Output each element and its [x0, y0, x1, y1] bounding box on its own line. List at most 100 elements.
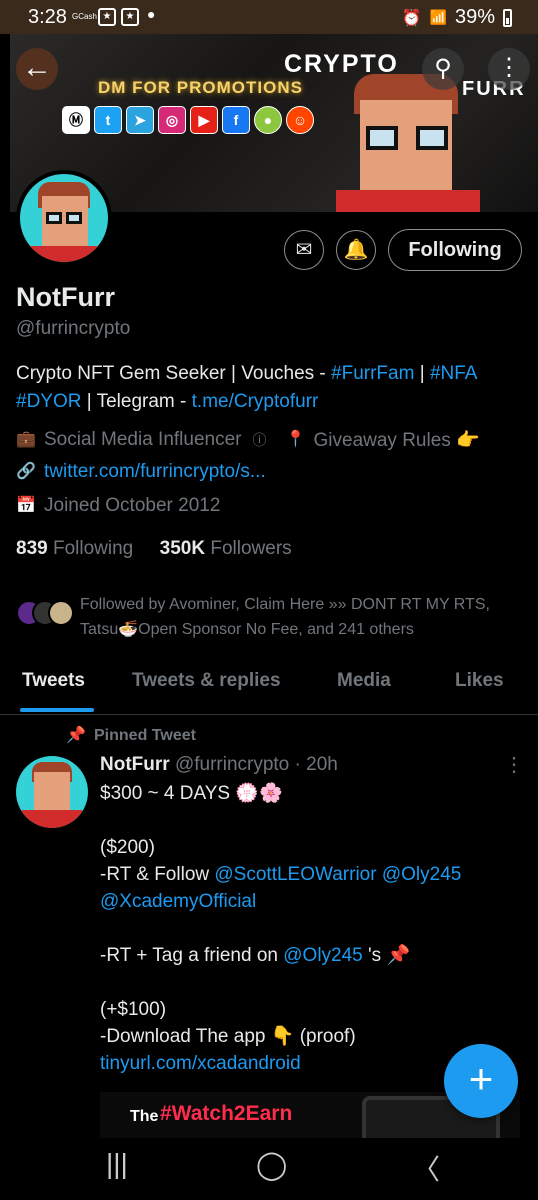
profile-meta-row: 💼 Social Media Influencer ⓘ 📍 Giveaway R… [16, 428, 480, 452]
hashtag-link[interactable]: #DYOR [16, 391, 81, 412]
battery-icon [503, 8, 512, 27]
app-notification-icon: ★ [121, 8, 139, 26]
tweet-header: NotFurr @furrincrypto · 20h [100, 754, 338, 776]
more-vertical-icon: ⋮ [504, 754, 524, 776]
tweet-avatar[interactable] [16, 756, 88, 828]
compose-tweet-button[interactable]: + [444, 1044, 518, 1118]
app-notification-icon: ★ [98, 8, 116, 26]
tweet-author[interactable]: NotFurr [100, 754, 170, 775]
tab-tweets-replies[interactable]: Tweets & replies [132, 670, 281, 692]
gcash-label: GCash [72, 12, 97, 21]
more-options-button[interactable]: ⋮ [488, 48, 530, 90]
following-button[interactable]: Following [388, 229, 522, 271]
status-bar: 3:28 GCash ★ ★ ● ⏰ 📶 39% [0, 0, 538, 34]
tweet-line: -RT + Tag a friend on [100, 945, 284, 966]
recents-button[interactable]: ||| [106, 1148, 128, 1180]
media-text: The [130, 1108, 159, 1125]
tab-tweets[interactable]: Tweets [22, 670, 85, 692]
mention-link[interactable]: @XcademyOfficial [100, 891, 256, 912]
tweet-line: 's 📌 [362, 945, 411, 966]
tweet-line: -RT & Follow [100, 864, 215, 885]
profile-bio: Crypto NFT Gem Seeker | Vouches - #FurrF… [16, 360, 526, 416]
banner-social-icons: Ⓜ t ➤ ◎ ▶ f ● ☺ [62, 106, 314, 134]
hashtag-link[interactable]: #NFA [430, 363, 478, 384]
bio-separator: | [414, 363, 430, 384]
banner-character-image [336, 74, 480, 212]
profile-handle: @furrincrypto [16, 318, 131, 339]
telegram-link[interactable]: t.me/Cryptofurr [192, 391, 319, 412]
tweet-time: · 20h [294, 754, 338, 775]
following-label: Following [52, 538, 134, 559]
arrow-left-icon: ← [22, 51, 52, 84]
tweet-line: -Download The app 👇 (proof) [100, 1026, 356, 1047]
tweet-handle: @furrincrypto [174, 754, 290, 775]
profile-avatar[interactable] [16, 170, 112, 266]
profile-name: NotFurr [16, 282, 115, 312]
search-icon: ⚲ [434, 55, 452, 82]
banner-promo-text: DM FOR PROMOTIONS [98, 78, 303, 97]
instagram-icon: ◎ [158, 106, 186, 134]
bio-text: Crypto NFT Gem Seeker | Vouches - [16, 363, 332, 384]
followers-stat[interactable]: 350K Followers [160, 538, 292, 559]
pinned-tweet-label: 📌 Pinned Tweet [66, 725, 196, 745]
more-notifications-icon: ● [147, 6, 156, 22]
following-count: 839 [16, 538, 48, 559]
system-nav-bar: ||| ◯ 〈 [0, 1138, 538, 1200]
youtube-icon: ▶ [190, 106, 218, 134]
profile-joined: Joined October 2012 [44, 495, 221, 516]
info-icon[interactable]: ⓘ [250, 430, 270, 450]
tab-media[interactable]: Media [337, 670, 391, 692]
search-button[interactable]: ⚲ [422, 48, 464, 90]
tab-indicator [20, 708, 94, 712]
pin-icon: 📌 [66, 727, 86, 744]
back-nav-button[interactable]: 〈 [412, 1148, 440, 1188]
profile-category: Social Media Influencer [44, 429, 242, 450]
profile-tabs: Tweets Tweets & replies Media Likes [0, 664, 538, 715]
twitter-icon: t [94, 106, 122, 134]
back-button[interactable]: ← [16, 48, 58, 90]
reddit-icon: ☺ [286, 106, 314, 134]
wifi-icon: 📶 [429, 9, 447, 25]
tweet-body: $300 ~ 4 DAYS 💮🌸 ($200) -RT & Follow @Sc… [100, 780, 520, 1077]
hashtag-link[interactable]: #FurrFam [331, 363, 414, 384]
more-vertical-icon: ⋮ [497, 54, 521, 81]
bio-text: | Telegram - [81, 391, 192, 412]
coingecko-icon: ● [254, 106, 282, 134]
status-time: 3:28 [28, 6, 67, 28]
tweet-line: (+$100) [100, 999, 167, 1020]
battery-percent: 39% [454, 6, 495, 28]
mention-link[interactable]: @ScottLEOWarrior [214, 864, 376, 885]
profile-website-link[interactable]: twitter.com/furrincrypto/s... [44, 461, 266, 483]
tweet-more-button[interactable]: ⋮ [504, 752, 524, 777]
tweet-line: ($200) [100, 837, 155, 858]
alarm-icon: ⏰ [401, 9, 422, 27]
link-icon: 🔗 [16, 463, 36, 480]
telegram-icon: ➤ [126, 106, 154, 134]
followers-count: 350K [159, 538, 206, 559]
plus-icon: + [468, 1055, 494, 1102]
coinmarketcap-icon: Ⓜ [62, 106, 90, 134]
mention-link[interactable]: @Oly245 [382, 864, 462, 885]
profile-joined-row: 📅 Joined October 2012 [16, 495, 220, 517]
profile-stats: 839 Following 350K Followers [16, 538, 292, 560]
profile-website-row: 🔗 twitter.com/furrincrypto/s... [16, 461, 266, 483]
home-button[interactable]: ◯ [256, 1148, 287, 1181]
facebook-icon: f [222, 106, 250, 134]
followers-label: Followers [210, 538, 292, 559]
mention-link[interactable]: @Oly245 [283, 945, 363, 966]
pinned-label-text: Pinned Tweet [94, 727, 196, 744]
message-button[interactable]: ✉ [284, 230, 324, 270]
mail-icon: ✉ [295, 239, 313, 261]
profile-location: Giveaway Rules 👉 [313, 430, 480, 451]
notifications-button[interactable]: 🔔 [336, 230, 376, 270]
calendar-icon: 📅 [16, 497, 36, 514]
location-icon: 📍 [285, 431, 306, 448]
tweet-line: $300 ~ 4 DAYS 💮🌸 [100, 783, 283, 804]
bell-check-icon: 🔔 [343, 239, 369, 261]
tweet-link[interactable]: tinyurl.com/xcadandroid [100, 1053, 301, 1074]
briefcase-icon: 💼 [16, 431, 36, 448]
following-stat[interactable]: 839 Following [16, 538, 133, 559]
followed-by-text[interactable]: Followed by Avominer, Claim Here »» DONT… [80, 592, 520, 642]
tab-likes[interactable]: Likes [455, 670, 504, 692]
follower-avatar [48, 600, 74, 626]
